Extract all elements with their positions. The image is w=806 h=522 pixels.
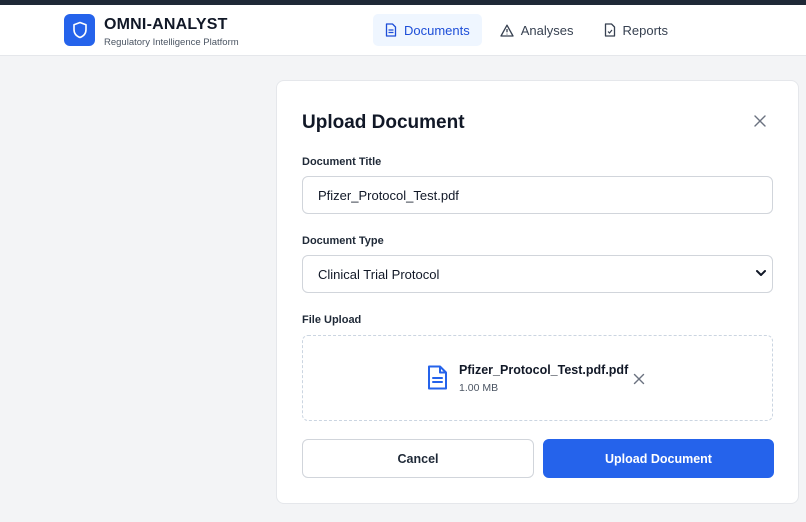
modal-title: Upload Document bbox=[302, 112, 465, 133]
main-nav: Documents Analyses Reports bbox=[373, 14, 680, 46]
warning-triangle-icon bbox=[500, 24, 514, 37]
file-text-icon bbox=[428, 365, 447, 390]
report-icon bbox=[604, 23, 615, 37]
document-type-value: Clinical Trial Protocol bbox=[302, 255, 773, 293]
app-logo[interactable] bbox=[64, 14, 95, 46]
file-dropzone[interactable]: Pfizer_Protocol_Test.pdf.pdf 1.00 MB bbox=[302, 335, 773, 421]
nav-reports[interactable]: Reports bbox=[592, 14, 681, 46]
uploaded-file-size: 1.00 MB bbox=[459, 382, 499, 394]
nav-analyses[interactable]: Analyses bbox=[488, 14, 586, 46]
remove-file-icon[interactable] bbox=[633, 373, 645, 385]
shield-icon bbox=[72, 21, 87, 39]
document-type-label: Document Type bbox=[302, 235, 384, 247]
cancel-button[interactable]: Cancel bbox=[302, 439, 534, 478]
document-title-input[interactable] bbox=[302, 176, 773, 214]
nav-documents[interactable]: Documents bbox=[373, 14, 482, 46]
document-icon bbox=[385, 23, 397, 37]
nav-documents-label: Documents bbox=[404, 22, 470, 38]
document-title-label: Document Title bbox=[302, 156, 382, 168]
upload-document-modal: Upload Document Document Title Document … bbox=[276, 80, 799, 504]
close-icon[interactable] bbox=[753, 114, 767, 128]
app-subtitle: Regulatory Intelligence Platform bbox=[104, 37, 239, 48]
document-type-select[interactable]: Clinical Trial Protocol bbox=[302, 255, 773, 293]
app-header: OMNI-ANALYST Regulatory Intelligence Pla… bbox=[0, 5, 806, 56]
nav-reports-label: Reports bbox=[622, 22, 669, 38]
nav-analyses-label: Analyses bbox=[520, 22, 574, 38]
app-title: OMNI-ANALYST bbox=[104, 16, 228, 33]
upload-document-button[interactable]: Upload Document bbox=[543, 439, 774, 478]
uploaded-file-name: Pfizer_Protocol_Test.pdf.pdf bbox=[459, 363, 629, 377]
file-upload-label: File Upload bbox=[302, 314, 362, 326]
chevron-down-icon bbox=[756, 270, 766, 276]
